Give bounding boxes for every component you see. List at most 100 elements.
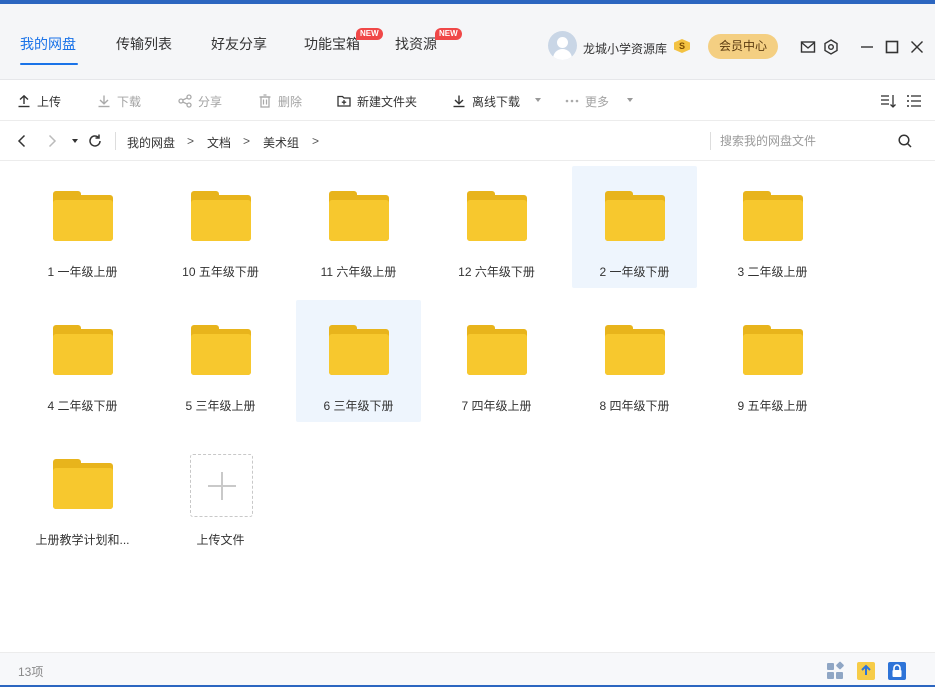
folder-icon [467,325,527,375]
minimize-icon[interactable] [859,39,875,55]
more-label: 更多 [585,94,610,109]
folder-icon [329,191,389,241]
breadcrumb-separator: > [243,134,251,148]
folder-name: 9 五年级上册 [737,399,808,413]
folder-icon [53,191,113,241]
trash-icon [259,94,271,108]
more-icon [565,99,579,103]
share-label: 分享 [198,94,223,109]
status-bar: 13项 [0,652,935,687]
folder-name: 6 三年级下册 [323,399,394,413]
nav-divider [115,132,116,150]
folder-item-selected[interactable]: 2 一年级下册 [572,166,697,288]
breadcrumb-art-group[interactable]: 美术组 [263,134,299,151]
folder-name: 8 四年级下册 [599,399,670,413]
new-folder-label: 新建文件夹 [357,94,418,109]
tab-find-resources[interactable]: 找资源 [395,34,437,54]
folder-item-selected[interactable]: 6 三年级下册 [296,300,421,422]
delete-label: 删除 [278,94,303,109]
folder-item[interactable]: 8 四年级下册 [572,300,697,422]
folder-icon [605,325,665,375]
apps-grid-icon[interactable] [825,661,845,681]
folder-icon [743,191,803,241]
lock-icon[interactable] [887,661,907,681]
upload-file-tile[interactable]: 上传文件 [158,434,283,556]
folder-icon [53,325,113,375]
delete-button[interactable]: 删除 [258,93,302,109]
settings-icon[interactable] [823,39,839,55]
history-dropdown-icon[interactable] [69,133,85,149]
folder-name: 11 六年级上册 [320,265,397,279]
refresh-icon[interactable] [87,133,103,149]
folder-name: 10 五年级下册 [182,265,259,279]
folder-icon [467,191,527,241]
folder-item[interactable]: 9 五年级上册 [710,300,835,422]
folder-item[interactable]: 10 五年级下册 [158,166,283,288]
folder-item[interactable]: 3 二年级上册 [710,166,835,288]
download-icon [98,95,110,108]
more-dropdown-icon[interactable] [627,98,633,102]
folder-item[interactable]: 1 一年级上册 [20,166,145,288]
folder-name: 2 一年级下册 [599,265,670,279]
vip-center-button[interactable]: 会员中心 [708,34,778,59]
new-folder-button[interactable]: 新建文件夹 [337,93,417,109]
list-view-icon[interactable] [906,93,922,109]
share-button[interactable]: 分享 [178,93,222,109]
folder-name: 5 三年级上册 [185,399,256,413]
upload-file-label: 上传文件 [196,533,245,547]
folder-item[interactable]: 7 四年级上册 [434,300,559,422]
maximize-icon[interactable] [884,39,900,55]
breadcrumb-separator: > [187,134,195,148]
folder-item[interactable]: 11 六年级上册 [296,166,421,288]
offline-download-icon [453,95,465,108]
upload-manager-icon[interactable] [856,661,876,681]
mail-icon[interactable] [800,39,816,55]
folder-icon [605,191,665,241]
item-count: 13项 [18,665,44,679]
folder-item[interactable]: 5 三年级上册 [158,300,283,422]
search-input[interactable] [720,130,890,152]
new-badge: NEW [356,28,383,40]
username[interactable]: 龙城小学资源库 [583,40,667,57]
upload-plus-icon[interactable] [190,454,253,517]
folder-name: 上册教学计划和... [35,533,130,547]
offline-download-dropdown-icon[interactable] [535,98,541,102]
folder-item[interactable]: 上册教学计划和... [20,434,145,556]
close-icon[interactable] [909,39,925,55]
navigation-bar: 我的网盘 > 文档 > 美术组 > [0,121,935,161]
folder-icon [743,325,803,375]
folder-name: 3 二年级上册 [737,265,808,279]
new-badge: NEW [435,28,462,40]
tab-friend-share[interactable]: 好友分享 [211,34,267,54]
folder-name: 12 六年级下册 [458,265,535,279]
folder-item[interactable]: 12 六年级下册 [434,166,559,288]
folder-icon [329,325,389,375]
breadcrumb-my-drive[interactable]: 我的网盘 [127,134,175,151]
tab-my-drive[interactable]: 我的网盘 [20,34,76,54]
folder-icon [191,325,251,375]
download-button[interactable]: 下载 [97,93,141,109]
new-folder-icon [337,95,351,107]
search-icon[interactable] [897,133,913,149]
back-icon[interactable] [14,133,30,149]
search-divider [710,132,711,150]
folder-name: 7 四年级上册 [461,399,532,413]
upload-label: 上传 [37,94,62,109]
active-tab-indicator [20,63,78,65]
avatar[interactable] [548,31,577,60]
folder-icon [53,459,113,509]
tab-toolbox[interactable]: 功能宝箱 [304,34,360,54]
folder-name: 1 一年级上册 [47,265,118,279]
breadcrumb-documents[interactable]: 文档 [207,134,231,151]
upload-icon [18,94,30,108]
folder-item[interactable]: 4 二年级下册 [20,300,145,422]
tab-transfer-list[interactable]: 传输列表 [116,34,172,54]
sort-icon[interactable] [880,93,896,109]
upload-button[interactable]: 上传 [17,93,61,109]
offline-download-button[interactable]: 离线下载 [452,93,520,109]
more-button[interactable]: 更多 [565,93,609,109]
breadcrumb-separator: > [312,134,320,148]
forward-icon[interactable] [44,133,60,149]
offline-download-label: 离线下载 [472,94,521,109]
download-label: 下载 [117,94,142,109]
